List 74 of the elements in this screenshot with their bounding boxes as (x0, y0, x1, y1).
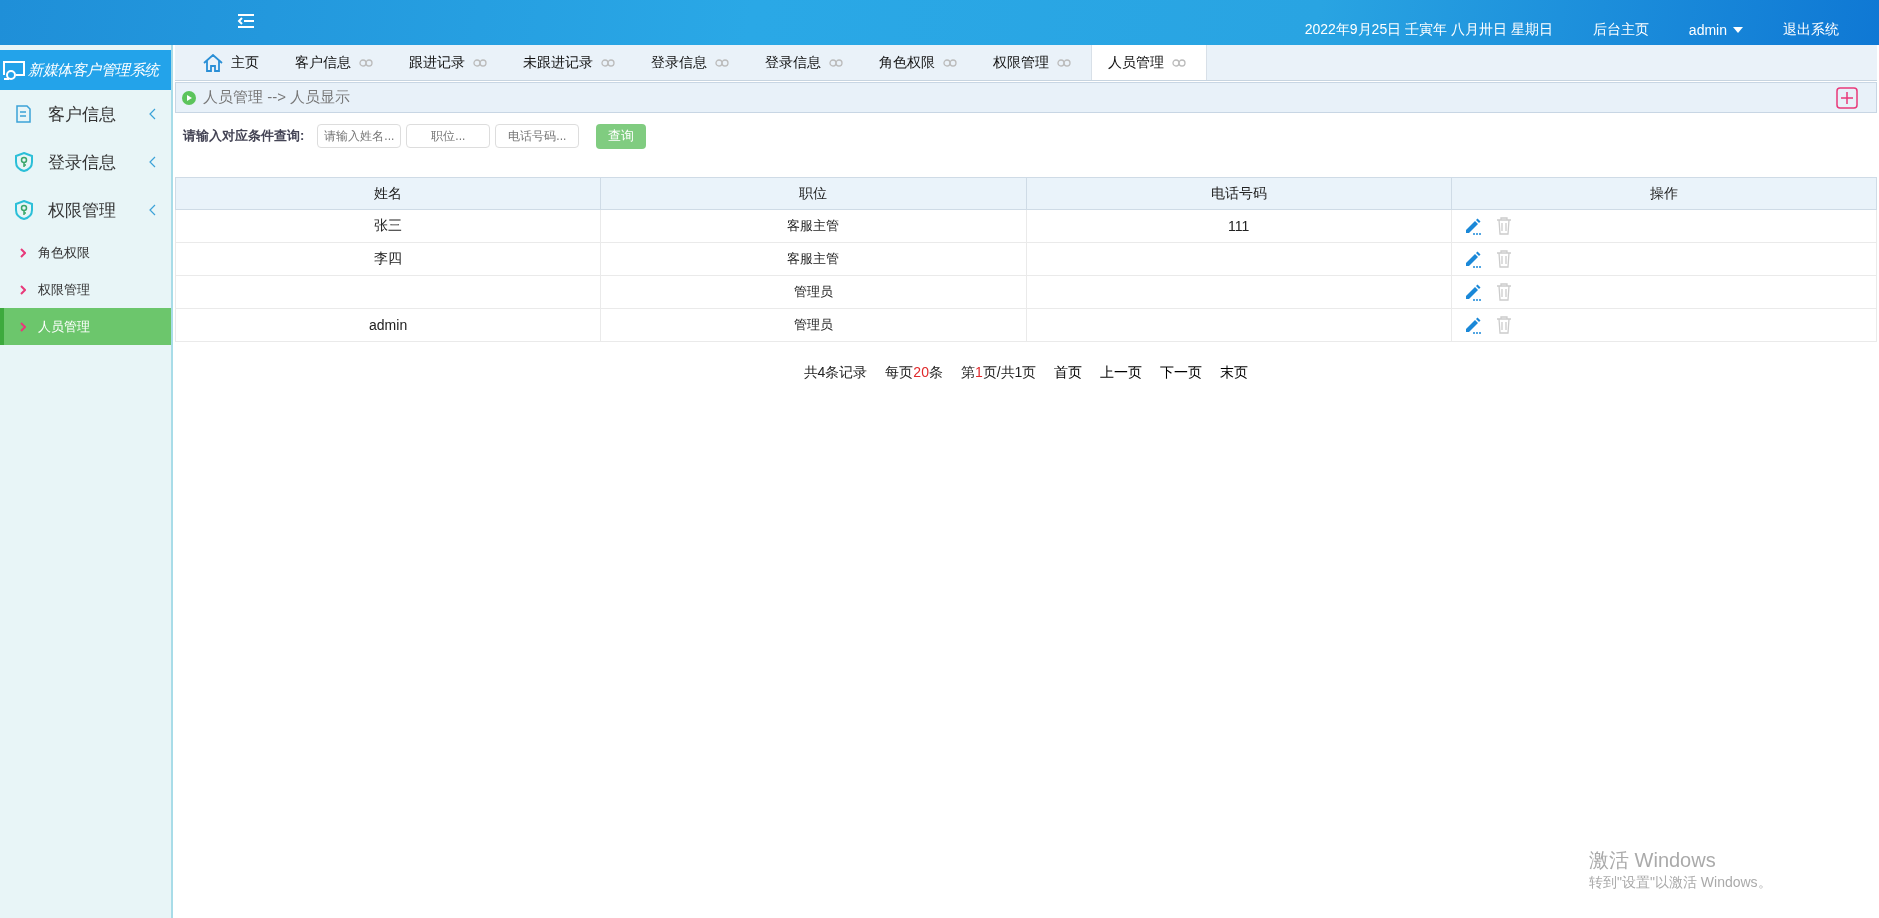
pagination-link[interactable]: 末页 (1220, 364, 1249, 382)
date-text: 2022年9月25日 壬寅年 八月卅日 星期日 (1304, 20, 1553, 39)
table-cell: 李四 (175, 242, 601, 276)
link-icon (473, 58, 487, 67)
table-cell: 111 (1026, 209, 1452, 243)
table-cell: 客服主管 (600, 242, 1026, 276)
tab[interactable]: 登录信息 (635, 45, 749, 80)
chevron-right-icon (20, 321, 26, 332)
pagination-link[interactable]: 上一页 (1100, 364, 1143, 382)
tab[interactable]: 权限管理 (977, 45, 1091, 80)
header-link[interactable]: 后台主页 (1592, 20, 1649, 39)
edit-pencil-icon[interactable] (1463, 316, 1482, 335)
app-title: 新媒体客户管理系统 (28, 60, 159, 80)
home-icon (203, 53, 223, 72)
breadcrumb: 人员管理 --> 人员显示 (203, 88, 351, 107)
document-icon (14, 104, 34, 124)
column-header: 职位 (600, 177, 1026, 210)
pagination-info: 第1页/共1页 (960, 364, 1037, 382)
play-icon (182, 90, 196, 105)
chevron-left-icon (149, 156, 157, 168)
pagination-link[interactable]: 首页 (1054, 364, 1083, 382)
sidebar-item[interactable]: 登录信息 (0, 138, 171, 186)
column-header: 电话号码 (1026, 177, 1452, 210)
menu-icon[interactable] (236, 13, 256, 29)
sidebar-label: 登录信息 (48, 151, 117, 174)
add-icon[interactable] (1836, 86, 1858, 109)
activation-text: 转到"设置"以激活 Windows。 (1589, 874, 1772, 892)
sidebar-label: 客户信息 (48, 103, 117, 126)
tab[interactable]: 人员管理 (1091, 45, 1207, 80)
link-icon (1172, 58, 1186, 67)
column-header: 姓名 (175, 177, 601, 210)
chevron-right-icon (20, 284, 26, 295)
chevron-right-icon (20, 247, 26, 258)
pagination-info: 共4条记录 (803, 364, 868, 382)
chevron-left-icon (149, 108, 157, 120)
table-cell: 管理员 (600, 275, 1026, 309)
search-field[interactable]: 职位... (406, 124, 491, 148)
table-cell: admin (175, 308, 601, 342)
user-menu[interactable]: admin (1688, 21, 1743, 38)
chevron-left-icon (149, 204, 157, 216)
header-link[interactable]: 退出系统 (1783, 20, 1839, 39)
table-cell: 客服主管 (600, 209, 1026, 243)
edit-pencil-icon[interactable] (1463, 250, 1482, 269)
tab[interactable]: 未跟进记录 (507, 45, 635, 80)
sidebar-subitem[interactable]: 角色权限 (0, 234, 171, 271)
table-cell: 管理员 (600, 308, 1026, 342)
link-icon (359, 58, 373, 67)
edit-pencil-icon[interactable] (1463, 217, 1482, 236)
shield-key-icon (14, 152, 34, 172)
link-icon (943, 58, 957, 67)
column-header: 操作 (1451, 177, 1877, 210)
tab[interactable]: 角色权限 (863, 45, 977, 80)
table-cell: 张三 (175, 209, 601, 243)
activation-title: 激活 Windows (1589, 848, 1717, 873)
search-field[interactable]: 电话号码... (495, 124, 580, 148)
link-icon (601, 58, 615, 67)
pagination-link[interactable]: 下一页 (1160, 364, 1203, 382)
edit-pencil-icon[interactable] (1463, 283, 1482, 302)
sidebar-item[interactable]: 客户信息 (0, 90, 171, 138)
link-icon (829, 58, 843, 67)
search-label: 请输入对应条件查询: (183, 127, 305, 145)
sidebar-label: 权限管理 (48, 199, 117, 222)
sidebar-item[interactable]: 权限管理 (0, 186, 171, 234)
search-field[interactable]: 请输入姓名... (317, 124, 402, 148)
tab[interactable]: 主页 (187, 45, 279, 80)
link-icon (715, 58, 729, 67)
sidebar-subitem[interactable]: 权限管理 (0, 271, 171, 308)
tab[interactable]: 登录信息 (749, 45, 863, 80)
link-icon (1057, 58, 1071, 67)
pagination-info: 每页20条 (885, 364, 943, 382)
shield-key-icon (14, 200, 34, 220)
caret-icon (1733, 26, 1743, 33)
tab[interactable]: 跟进记录 (393, 45, 507, 80)
tab[interactable]: 客户信息 (279, 45, 393, 80)
